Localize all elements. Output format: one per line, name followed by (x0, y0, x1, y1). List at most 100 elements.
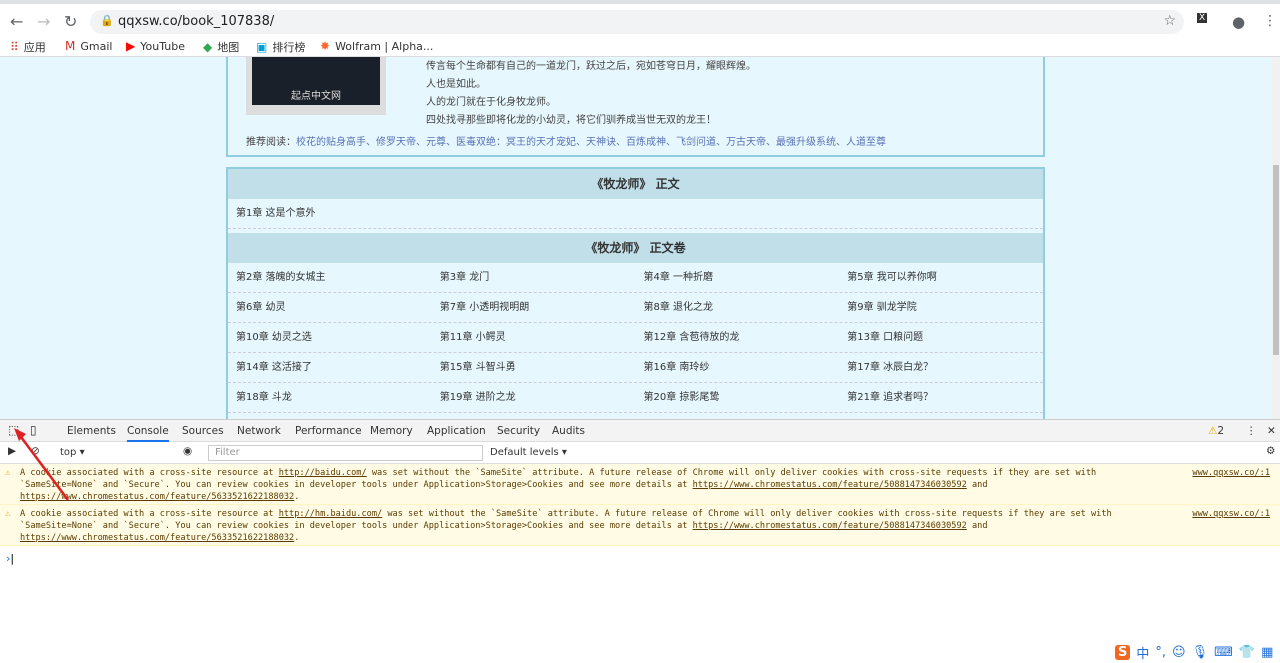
microphone-icon[interactable]: 🎙 (1192, 645, 1209, 660)
recommend-links[interactable]: 校花的贴身高手、修罗天帝、元尊、医毒双绝：冥王的天才宠妃、天神诀、百炼成神、飞剑… (296, 137, 886, 148)
menu-icon[interactable]: ⋮ (1263, 13, 1277, 29)
punctuation-icon[interactable]: °, (1155, 645, 1166, 660)
chapter-link[interactable]: 第10章 幼灵之选 (228, 323, 432, 352)
chapter-row: 第2章 落魄的女城主 第3章 龙门 第4章 一种折磨 第5章 我可以养你啊 (228, 263, 1043, 293)
page-scrollbar[interactable] (1272, 57, 1280, 419)
console-warning-message: ⚠ A cookie associated with a cross-site r… (0, 505, 1280, 546)
back-icon[interactable]: ← (10, 12, 23, 31)
browser-toolbar: ← → ↻ 🔒 qqxsw.co/book_107838/ ☆ X ● ⋮ (0, 0, 1280, 35)
tab-audits[interactable]: Audits (552, 425, 585, 437)
book-cover[interactable]: 起点中文网 (246, 57, 386, 115)
chapter-link[interactable]: 第7章 小透明视明朗 (432, 293, 636, 322)
chapter-link[interactable]: 第12章 含苞待放的龙 (636, 323, 840, 352)
warning-count: 2 (1217, 425, 1225, 437)
chapter-link[interactable]: 第20章 掠影尾鸷 (636, 383, 840, 412)
tab-performance[interactable]: Performance (295, 425, 362, 437)
bookmark-maps[interactable]: ◆ 地图 (203, 39, 239, 55)
devtools-menu-icon[interactable]: ⋮ (1246, 425, 1257, 437)
message-source-link[interactable]: www.qqxsw.co/:1 (1192, 508, 1270, 520)
bookmark-ranking[interactable]: ▣ 排行榜 (256, 39, 305, 55)
chapter-row: 第1章 这是个意外 (228, 199, 1043, 229)
chapter-link[interactable]: 第14章 这活接了 (228, 353, 432, 382)
bilibili-icon: ▣ (256, 40, 268, 54)
reload-icon[interactable]: ↻ (64, 12, 77, 31)
skin-icon[interactable]: 👕 (1239, 645, 1255, 660)
bookmark-label: Wolfram | Alpha... (335, 39, 434, 53)
address-bar[interactable]: 🔒 qqxsw.co/book_107838/ ☆ (90, 10, 1184, 34)
tab-elements[interactable]: Elements (67, 425, 116, 437)
bookmark-youtube[interactable]: ▶ YouTube (126, 39, 185, 53)
message-link[interactable]: http://hm.baidu.com/ (279, 509, 382, 519)
chapter-link[interactable]: 第18章 斗龙 (228, 383, 432, 412)
book-intro: 起点中文网 传言每个生命都有自己的一道龙门，跃过之后，宛如苍穹日月，耀眼辉煌。 … (226, 57, 1045, 157)
message-link[interactable]: https://www.chromestatus.com/feature/563… (20, 492, 294, 502)
console-toolbar: ▶ ⊘ top ▾ ◉ Filter Default levels ▾ ⚙ (0, 442, 1280, 464)
bookmark-label: Gmail (80, 39, 113, 53)
device-toolbar-icon[interactable]: ▯ (30, 423, 37, 437)
bookmark-apps[interactable]: ⠿ 应用 (10, 39, 46, 55)
tab-application[interactable]: Application (427, 425, 486, 437)
tab-memory[interactable]: Memory (370, 425, 413, 437)
bookmark-star-icon[interactable]: ☆ (1163, 13, 1176, 29)
filter-input[interactable]: Filter (208, 445, 483, 461)
sidebar-toggle-icon[interactable]: ▶ (8, 445, 16, 457)
ime-language[interactable]: 中 (1136, 643, 1149, 662)
profile-icon[interactable]: ● (1232, 13, 1245, 31)
tab-security[interactable]: Security (497, 425, 540, 437)
bookmark-wolfram[interactable]: ✸ Wolfram | Alpha... (320, 39, 433, 53)
inspect-element-icon[interactable]: ⬚ (8, 423, 19, 437)
chapter-link[interactable]: 第17章 冰辰白龙？ (839, 353, 1043, 382)
log-levels-select[interactable]: Default levels ▾ (490, 447, 567, 458)
ime-toolbar: S 中 °, ☺ 🎙 ⌨ 👕 ▦ (1115, 643, 1273, 662)
message-text: . (294, 533, 300, 543)
context-value: top (60, 447, 77, 458)
clear-console-icon[interactable]: ⊘ (31, 445, 40, 457)
console-prompt[interactable]: ›| (6, 552, 14, 565)
chapter-link[interactable]: 第3章 龙门 (432, 263, 636, 292)
message-link[interactable]: https://www.chromestatus.com/feature/563… (20, 533, 294, 543)
message-text: . (294, 492, 300, 502)
live-expression-eye-icon[interactable]: ◉ (183, 445, 192, 457)
chapter-link[interactable]: 第2章 落魄的女城主 (228, 263, 432, 292)
close-devtools-icon[interactable]: ✕ (1267, 425, 1276, 437)
chapter-link[interactable]: 第4章 一种折磨 (636, 263, 840, 292)
chapter-link[interactable]: 第21章 追求者吗？ (839, 383, 1043, 412)
emoji-icon[interactable]: ☺ (1172, 645, 1186, 660)
chapter-link[interactable]: 第9章 驯龙学院 (839, 293, 1043, 322)
chapter-link[interactable]: 第19章 进阶之龙 (432, 383, 636, 412)
message-link[interactable]: http://baidu.com/ (279, 468, 367, 478)
gmail-icon: M (65, 39, 76, 53)
warning-counter[interactable]: ⚠2 (1208, 425, 1224, 437)
keyboard-icon[interactable]: ⌨ (1214, 645, 1233, 660)
tab-console[interactable]: Console (127, 425, 169, 442)
message-link[interactable]: https://www.chromestatus.com/feature/508… (693, 521, 967, 531)
chapter-link[interactable]: 第11章 小鳄灵 (432, 323, 636, 352)
chapter-link[interactable]: 第16章 南玲纱 (636, 353, 840, 382)
forward-icon[interactable]: → (37, 12, 50, 31)
wolfram-icon: ✸ (320, 39, 331, 53)
tab-network[interactable]: Network (237, 425, 281, 437)
chapter-row: 第14章 这活接了 第15章 斗智斗勇 第16章 南玲纱 第17章 冰辰白龙？ (228, 353, 1043, 383)
devtools-tabs: ⬚ ▯ Elements Console Sources Network Per… (0, 420, 1280, 442)
intro-line: 四处找寻那些即将化龙的小幼灵，将它们驯养成当世无双的龙王！ (426, 115, 716, 126)
chapter-link[interactable]: 第13章 口粮问题 (839, 323, 1043, 352)
chapter-link[interactable]: 第15章 斗智斗勇 (432, 353, 636, 382)
message-source-link[interactable]: www.qqxsw.co/:1 (1192, 467, 1270, 479)
chapter-link[interactable]: 第1章 这是个意外 (228, 199, 432, 228)
chapter-link[interactable]: 第6章 幼灵 (228, 293, 432, 322)
message-link[interactable]: https://www.chromestatus.com/feature/508… (693, 480, 967, 490)
bookmark-gmail[interactable]: M Gmail (65, 39, 112, 53)
chapter-link[interactable]: 第8章 退化之龙 (636, 293, 840, 322)
chapter-link[interactable]: 第5章 我可以养你啊 (839, 263, 1043, 292)
context-select[interactable]: top ▾ (60, 447, 85, 458)
toolbox-icon[interactable]: ▦ (1261, 645, 1273, 660)
bookmarks-bar: ⠿ 应用 M Gmail ▶ YouTube ◆ 地图 ▣ 排行榜 ✸ Wolfram | … (0, 35, 1280, 57)
extension-icon[interactable]: X (1197, 13, 1208, 23)
sogou-ime-icon[interactable]: S (1115, 645, 1131, 660)
lock-icon: 🔒 (100, 14, 114, 27)
scroll-thumb[interactable] (1273, 165, 1279, 355)
chapter-row: 第10章 幼灵之选 第11章 小鳄灵 第12章 含苞待放的龙 第13章 口粮问题 (228, 323, 1043, 353)
intro-line: 人的龙门就在于化身牧龙师。 (426, 97, 556, 108)
console-settings-gear-icon[interactable]: ⚙ (1266, 445, 1275, 457)
tab-sources[interactable]: Sources (182, 425, 224, 437)
